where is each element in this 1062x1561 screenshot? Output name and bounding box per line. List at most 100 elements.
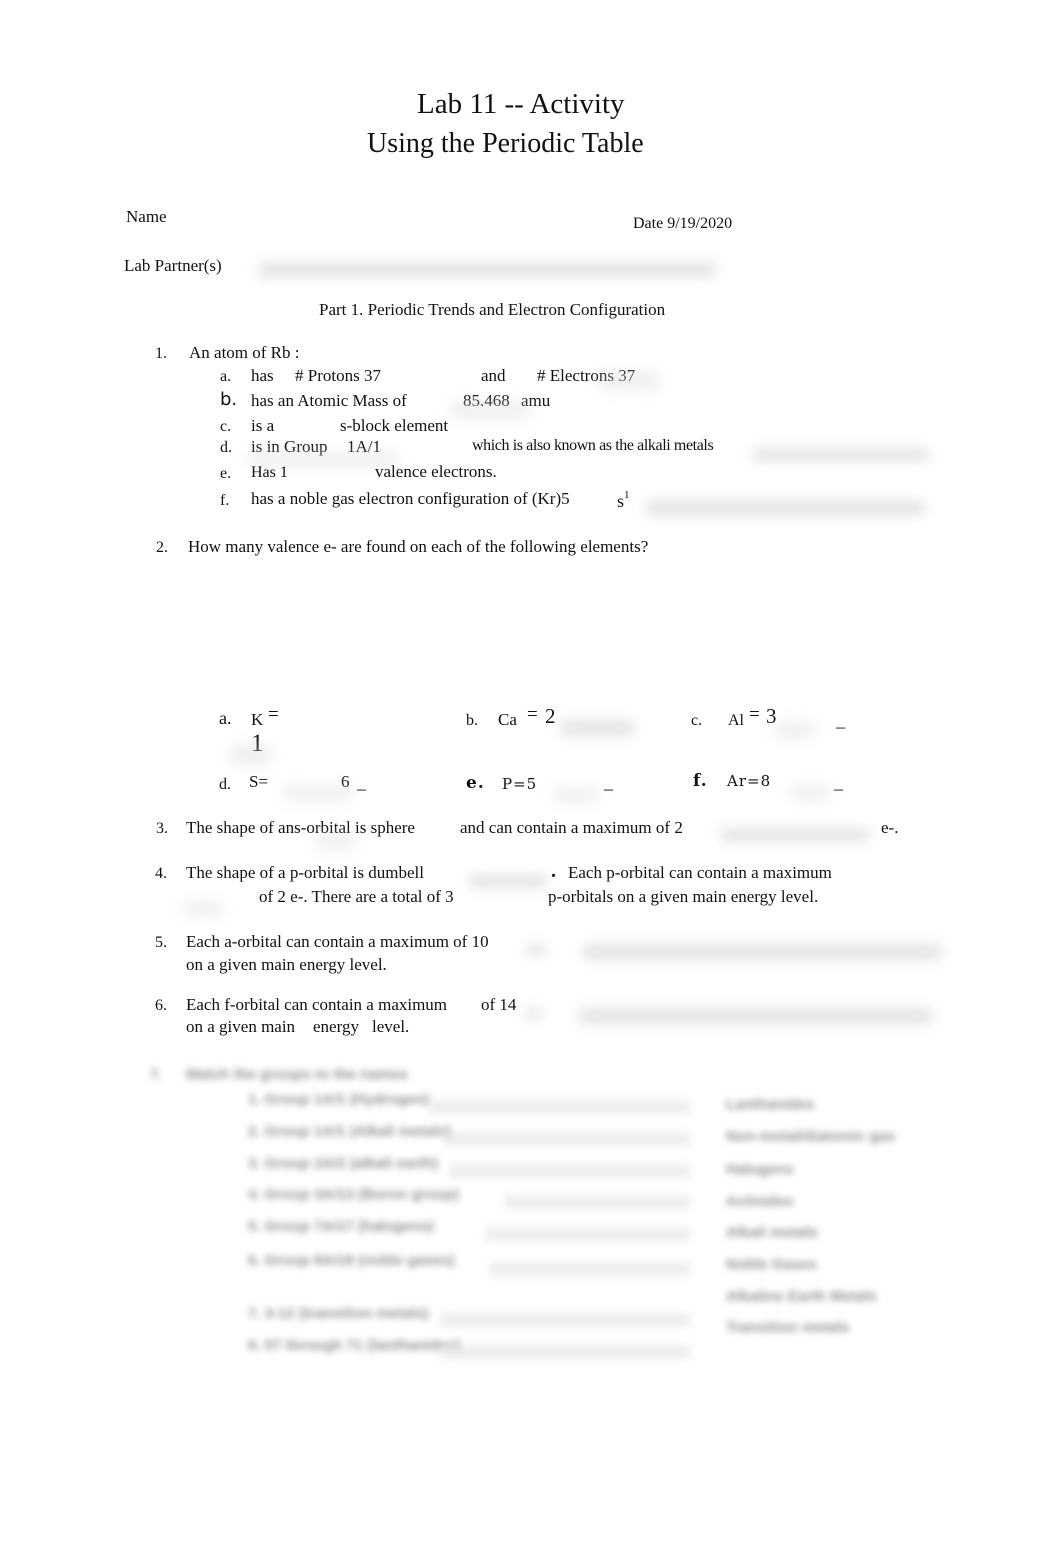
q7-left-item: 7. 3-12 (transition metals) <box>248 1305 429 1322</box>
q2c-element: Al <box>728 712 744 729</box>
document-title: Lab 11 -- Activity <box>417 88 625 120</box>
q7-right-item: Alkaline Earth Metals <box>726 1288 877 1305</box>
q2e-blank: _ <box>604 772 613 792</box>
q2f-element: Ar=8 <box>727 772 772 790</box>
q2d-blank: _ <box>357 772 366 792</box>
name-label: Name <box>126 207 167 226</box>
q7-left-item: 5. Group 7A/17 (halogens) <box>248 1218 434 1235</box>
q6-line2a: on a given main <box>186 1017 296 1036</box>
q5-line1: Each a-orbital can contain a maximum of … <box>186 932 489 951</box>
q7-left-item: 3. Group 2A/2 (alkali earth) <box>248 1155 439 1172</box>
q4-period: . <box>551 860 556 882</box>
q4-text4: of 2 e-. There are a total of 3 <box>259 887 454 906</box>
redaction <box>790 786 830 800</box>
q3-text1: The shape of ans-orbital is sphere <box>186 818 415 837</box>
q2b-letter: b. <box>466 712 478 729</box>
q1f-config-answer: s1 <box>617 489 630 512</box>
q6-line1a: Each f-orbital can contain a maximum <box>186 995 448 1014</box>
answer-line <box>440 1313 690 1327</box>
q4-text3: Each p-orbital can contain a maximum <box>568 863 832 882</box>
redacted-q6-subquestion <box>578 1008 933 1024</box>
answer-line <box>440 1345 690 1359</box>
q7-left-item: 1. Group 1A/1 (Hydrogen) <box>248 1091 430 1108</box>
q7-right-item: Non-metal/diatomic gas <box>726 1128 896 1145</box>
answer-line <box>490 1262 690 1276</box>
q2a-element: K <box>251 710 264 729</box>
q1c-answer: s-block element <box>340 416 449 435</box>
q2c-letter: c. <box>691 712 703 729</box>
q2b-answer: 2 <box>545 704 556 728</box>
date-label: Date 9/19/2020 <box>633 215 733 232</box>
q7-right-item: Lanthanides <box>726 1096 815 1113</box>
redaction <box>525 944 547 956</box>
q6-line2b: energy <box>313 1017 359 1036</box>
redaction <box>720 828 870 842</box>
q3-number: 3. <box>156 820 168 837</box>
q1d-letter: d. <box>220 439 232 456</box>
q2c-blank: _ <box>836 710 845 730</box>
q6-line1b: of 14 <box>481 995 517 1014</box>
q7-left-item: 6. Group 8A/18 (noble gases) <box>248 1252 455 1269</box>
q2b-element: Ca <box>498 710 517 729</box>
q1a-has: has <box>251 366 274 385</box>
q1a-letter: a. <box>220 368 232 385</box>
q1b-letter: b. <box>220 389 238 410</box>
redacted-partner-field <box>258 262 716 278</box>
q7-stem: Match the groups to the names <box>186 1066 408 1083</box>
q1a-protons: # Protons 37 <box>295 366 381 385</box>
q7-right-item: Actinides <box>726 1193 794 1210</box>
q4-number: 4. <box>155 865 167 882</box>
q1f-letter: f. <box>220 492 230 509</box>
q1e-text: Has 1 <box>251 464 288 481</box>
q1c-letter: c. <box>220 418 232 435</box>
q1f-text: has a noble gas electron configuration o… <box>251 489 570 508</box>
q1e-letter: e. <box>220 465 232 482</box>
q4-text1: The shape of a p-orbital is dumbell <box>186 863 424 882</box>
redaction <box>230 745 270 765</box>
q2d-letter: d. <box>219 776 231 793</box>
q6-line2c: level. <box>372 1017 410 1036</box>
q5-line2: on a given main energy level. <box>186 955 387 974</box>
redaction <box>560 720 635 736</box>
q1d-family: which is also known as the alkali metals <box>472 437 714 454</box>
redacted-q5-subquestion <box>582 944 942 960</box>
q1-number: 1. <box>155 345 167 362</box>
q7-number: 7. <box>150 1066 163 1083</box>
redaction <box>450 402 530 418</box>
part1-heading: Part 1. Periodic Trends and Electron Con… <box>319 300 666 319</box>
q1e-text2: valence electrons. <box>375 462 497 481</box>
q2e-element: P=5 <box>502 775 538 793</box>
answer-line <box>430 1100 690 1114</box>
q1f-orbital: s <box>617 491 625 511</box>
q7-left-item: 8. 57 through 71 (lanthanides) <box>248 1337 461 1354</box>
redaction <box>645 500 925 516</box>
q7-right-item: Halogens <box>726 1161 794 1178</box>
q1f-superscript: 1 <box>624 489 630 501</box>
redaction <box>553 788 598 802</box>
q2d-element: S= <box>249 772 269 791</box>
q7-left-item: 4. Group 3A/13 (Boron group) <box>248 1186 459 1203</box>
answer-line <box>445 1132 690 1146</box>
q2b-eq: = <box>527 704 538 725</box>
redaction <box>468 874 548 888</box>
q2-stem: How many valence e- are found on each of… <box>188 537 649 556</box>
q3-text3: e-. <box>881 818 899 837</box>
redaction <box>315 835 355 849</box>
q4-text5: p-orbitals on a given main energy level. <box>548 887 819 906</box>
redaction <box>600 372 660 390</box>
redaction <box>752 448 930 462</box>
q2-number: 2. <box>156 539 168 556</box>
q2f-blank: _ <box>834 772 843 792</box>
q3-text2: and can contain a maximum of 2 <box>460 818 683 837</box>
q2a-eq: = <box>268 704 279 725</box>
document-subtitle: Using the Periodic Table <box>367 128 644 159</box>
q7-left-item: 2. Group 1A/1 (Alkali metals) <box>248 1123 452 1140</box>
q1b-text: has an Atomic Mass of <box>251 391 407 410</box>
q2a-letter: a. <box>219 708 232 728</box>
q1a-and: and <box>481 366 506 385</box>
redaction <box>525 1008 543 1020</box>
answer-line <box>485 1227 690 1241</box>
redaction <box>775 722 815 738</box>
q7-right-item: Alkali metals <box>726 1224 818 1241</box>
q6-number: 6. <box>155 997 167 1014</box>
